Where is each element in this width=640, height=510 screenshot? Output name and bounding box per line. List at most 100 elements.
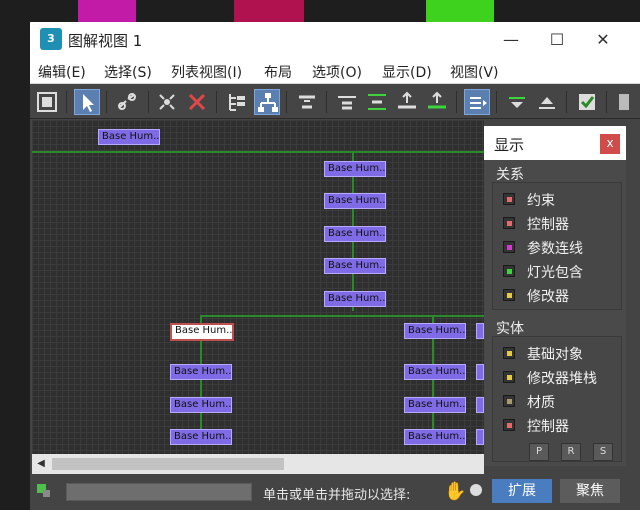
scale-filter-button[interactable]: S (593, 443, 613, 461)
focus-button[interactable]: 聚焦 (560, 479, 620, 503)
relations-group: 约束 控制器 参数连线 灯光包含 修改器 (492, 182, 622, 310)
close-button[interactable]: ✕ (580, 25, 626, 55)
arrow-up-icon[interactable] (534, 89, 560, 115)
color-swatch-icon (503, 371, 515, 383)
row-label: 约束 (527, 193, 555, 209)
graph-node[interactable]: Base Hum... (404, 397, 466, 413)
swatch-fill (507, 245, 512, 250)
graph-node[interactable]: Base Hum... (170, 429, 232, 445)
hierarchy-mode-icon[interactable] (224, 89, 250, 115)
horizontal-scrollbar[interactable]: ◀ (32, 454, 484, 474)
toolbar-separator (566, 91, 567, 113)
graph-node[interactable]: Base Hum... (404, 364, 466, 380)
toolbar-separator (148, 91, 149, 113)
link-line (200, 315, 484, 317)
toolbar-separator (606, 91, 607, 113)
arrow-down-icon[interactable] (504, 89, 530, 115)
graph-node[interactable]: Base Hum... (170, 397, 232, 413)
graph-node[interactable] (476, 364, 484, 380)
graph-node[interactable]: Base Hum... (324, 258, 386, 274)
collapse-selected-icon[interactable] (364, 89, 390, 115)
rotation-filter-button[interactable]: R (561, 443, 581, 461)
status-bar: 单击或单击并拖动以选择: ✋ 扩展 聚焦 (30, 474, 640, 510)
scroll-thumb[interactable] (52, 458, 284, 470)
window-title: 图解视图 1 (68, 32, 143, 50)
toolbar-separator (106, 91, 107, 113)
swatch-fill (507, 423, 512, 428)
expand-selected-icon[interactable] (334, 89, 360, 115)
position-filter-button[interactable]: P (529, 443, 549, 461)
toolbar-separator (456, 91, 457, 113)
toggle-floater-icon[interactable] (464, 89, 490, 115)
schematic-canvas[interactable]: Base Hum... Base Hum... Base Hum... Base… (32, 120, 484, 454)
color-swatch-icon (503, 217, 515, 229)
schematic-view-window: 3 图解视图 1 — ☐ ✕ 编辑(E) 选择(S) 列表视图(I) 布局 选项… (30, 22, 640, 510)
delete-objects-icon[interactable] (184, 89, 210, 115)
expand-button[interactable]: 扩展 (492, 479, 552, 503)
row-label: 控制器 (527, 419, 569, 435)
menu-list-views[interactable]: 列表视图(I) (171, 62, 242, 82)
swatch-fill (507, 269, 512, 274)
zoom-icon[interactable] (470, 484, 482, 496)
graph-node[interactable] (476, 397, 484, 413)
align-icon[interactable] (294, 89, 320, 115)
graph-node[interactable] (476, 429, 484, 445)
row-label: 修改器堆栈 (527, 371, 597, 387)
menu-layout[interactable]: 布局 (264, 62, 292, 82)
toolbar-separator (326, 91, 327, 113)
checkbox-filter-icon[interactable] (574, 89, 600, 115)
maximize-button[interactable]: ☐ (534, 25, 580, 55)
graph-node[interactable]: Base Hum... (404, 323, 466, 339)
graph-node[interactable]: Base Hum... (404, 429, 466, 445)
menu-select[interactable]: 选择(S) (104, 62, 152, 82)
graph-node-selected[interactable]: Base Hum... (170, 323, 234, 341)
name-search-input[interactable] (66, 483, 252, 501)
panel-header: 显示 x (484, 126, 626, 160)
graph-node[interactable]: Base Hum... (324, 291, 386, 307)
unlink-selected-icon[interactable] (154, 89, 180, 115)
swatch-fill (507, 197, 512, 202)
link-line (32, 151, 484, 153)
toolbar-separator (216, 91, 217, 113)
desktop-decoration (234, 0, 304, 22)
status-hint: 单击或单击并拖动以选择: (263, 488, 411, 503)
menu-view[interactable]: 视图(V) (450, 62, 499, 82)
graph-node[interactable] (476, 323, 484, 339)
references-mode-icon[interactable] (254, 89, 280, 115)
graph-node[interactable]: Base Hum... (324, 161, 386, 177)
graph-node[interactable]: Base Hum... (324, 226, 386, 242)
title-bar: 3 图解视图 1 — ☐ ✕ (30, 22, 640, 58)
graph-node[interactable]: Base Hum... (98, 129, 160, 145)
app-icon: 3 (40, 28, 62, 50)
graph-node[interactable]: Base Hum... (324, 193, 386, 209)
panel-close-button[interactable]: x (600, 134, 620, 154)
minimize-button[interactable]: — (488, 25, 534, 55)
schematic-status-icon[interactable] (36, 482, 52, 498)
graph-node[interactable]: Base Hum... (170, 364, 232, 380)
color-swatch-icon (503, 419, 515, 431)
display-floater-icon[interactable] (34, 89, 60, 115)
desktop-decoration (78, 0, 136, 22)
row-label: 材质 (527, 395, 555, 411)
move-children-icon[interactable] (394, 89, 420, 115)
menu-bar: 编辑(E) 选择(S) 列表视图(I) 布局 选项(O) 显示(D) 视图(V) (30, 58, 640, 84)
more-tools-icon[interactable] (612, 89, 632, 115)
swatch-fill (507, 351, 512, 356)
color-swatch-icon (503, 347, 515, 359)
row-label: 参数连线 (527, 241, 583, 257)
preferences-arrange-icon[interactable] (424, 89, 450, 115)
menu-display[interactable]: 显示(D) (382, 62, 432, 82)
color-swatch-icon (503, 289, 515, 301)
scroll-left-icon[interactable]: ◀ (34, 456, 48, 472)
connect-icon[interactable] (114, 89, 140, 115)
toolbar-separator (66, 91, 67, 113)
select-pointer-icon[interactable] (74, 89, 100, 115)
swatch-fill (507, 375, 512, 380)
row-label: 基础对象 (527, 347, 583, 363)
swatch-fill (507, 221, 512, 226)
pan-hand-icon[interactable]: ✋ (444, 481, 466, 502)
toolbar (30, 85, 640, 119)
row-label: 控制器 (527, 217, 569, 233)
menu-edit[interactable]: 编辑(E) (38, 62, 86, 82)
menu-options[interactable]: 选项(O) (312, 62, 362, 82)
